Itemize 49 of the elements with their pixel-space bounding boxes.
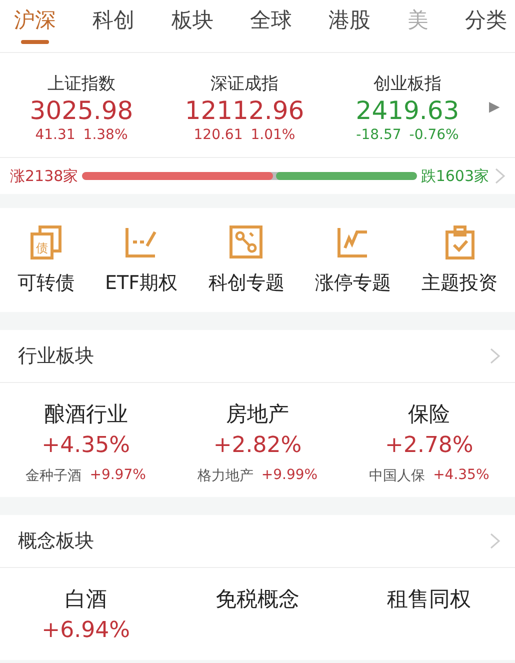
- shortcut-button[interactable]: 科创专题: [208, 270, 284, 296]
- sector-percent: +4.35%: [42, 432, 130, 460]
- leader-percent: +9.99%: [261, 467, 318, 485]
- index-change: 120.61: [194, 126, 243, 142]
- chevron-icon[interactable]: [489, 532, 501, 550]
- more-arrow[interactable]: ▶: [489, 99, 515, 115]
- sector-name[interactable]: 房地产: [226, 399, 289, 429]
- tab[interactable]: 板块: [169, 0, 216, 52]
- shortcut-button[interactable]: 主题投资: [422, 270, 498, 296]
- section-title: 概念板块: [18, 529, 94, 554]
- index-change: 41.31: [35, 126, 76, 142]
- shortcut-button[interactable]: 涨停专题: [314, 270, 391, 296]
- sector-percent: +2.82%: [213, 432, 302, 460]
- section-title: 行业板块: [18, 344, 94, 369]
- index-percent: 1.38%: [83, 126, 128, 142]
- tab-underline: [21, 40, 49, 44]
- index-value: 12112.96: [184, 94, 304, 126]
- sector-percent: +6.94%: [42, 617, 130, 645]
- index-percent: -0.76%: [409, 126, 459, 142]
- shortcut-button[interactable]: ETF期权: [105, 270, 178, 296]
- rise-count: 涨2138家: [10, 166, 78, 186]
- leader-percent: +4.35%: [433, 467, 490, 485]
- index-name: 深证成指: [210, 72, 278, 94]
- leader-percent: +9.97%: [90, 467, 146, 485]
- leader-stock: 中国人保: [369, 467, 426, 485]
- shortcut-button[interactable]: 可转债: [17, 270, 74, 296]
- sector-name[interactable]: 免税概念: [216, 584, 300, 614]
- fall-count: 跌1603家: [420, 166, 489, 186]
- sector-name[interactable]: 租售同权: [387, 584, 472, 614]
- sector-name[interactable]: 白酒: [64, 584, 107, 614]
- tab[interactable]: 全球: [248, 0, 294, 52]
- index-value: 3025.98: [30, 94, 134, 126]
- tab[interactable]: 港股: [326, 0, 373, 52]
- tab[interactable]: 分类: [462, 0, 509, 52]
- index-percent: 1.01%: [250, 126, 296, 142]
- index-change: -18.57: [356, 126, 402, 142]
- sector-name[interactable]: 保险: [408, 399, 450, 429]
- chevron-icon[interactable]: [489, 347, 501, 365]
- tab[interactable]: 科创: [90, 0, 137, 52]
- index-name: 创业板指: [374, 72, 442, 94]
- chevron-icon[interactable]: [493, 167, 507, 185]
- nodes-icon: [228, 224, 264, 260]
- sector-percent: +2.78%: [385, 432, 474, 460]
- index-name: 上证指数: [48, 72, 116, 94]
- tab[interactable]: 沪深: [12, 0, 58, 52]
- index-value: 2419.63: [356, 94, 460, 126]
- leader-stock: 格力地产: [197, 467, 254, 485]
- sector-name[interactable]: 酿酒行业: [44, 399, 128, 429]
- leader-stock: 金种子酒: [26, 467, 82, 485]
